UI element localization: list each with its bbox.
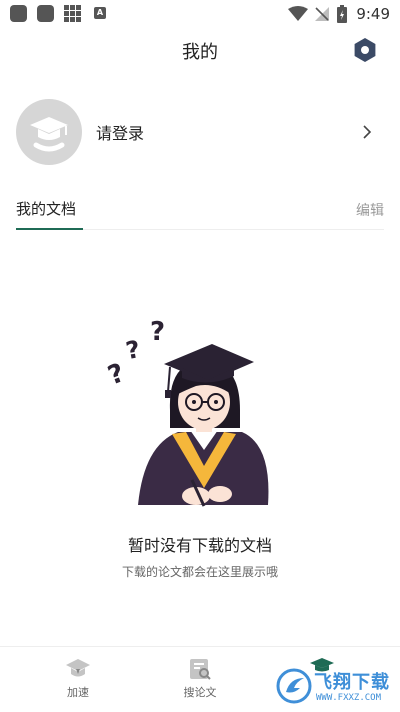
battery-icon	[337, 5, 348, 23]
page-title: 我的	[182, 42, 218, 63]
svg-text:?: ?	[124, 335, 143, 365]
watermark-url: WWW.FXXZ.COM	[316, 693, 382, 703]
tab-my-docs[interactable]: 我的文档	[16, 198, 76, 230]
tab-underline	[16, 228, 83, 230]
empty-state-subtitle: 下载的论文都会在这里展示哦	[121, 565, 278, 579]
wifi-icon	[288, 6, 309, 21]
hexagon-settings-icon	[354, 38, 376, 62]
nav-accelerate[interactable]: 加速	[38, 657, 118, 707]
avatar[interactable]	[16, 99, 82, 165]
watermark: 飞翔下载 WWW.FXXZ.COM	[276, 666, 394, 708]
no-signal-icon	[315, 7, 330, 21]
a-icon: A	[94, 7, 106, 19]
doc-tabs: 我的文档 编辑	[16, 192, 384, 230]
tab-my-docs-label: 我的文档	[16, 200, 77, 218]
status-time: 9:49	[356, 5, 390, 23]
watermark-text: 飞翔下载	[314, 672, 390, 693]
nav-search-paper[interactable]: 搜论文	[160, 657, 240, 707]
settings-button[interactable]	[352, 37, 378, 63]
search-paper-icon	[190, 659, 211, 680]
app-icon	[37, 5, 54, 22]
login-row[interactable]: 请登录	[0, 96, 400, 168]
nav-search-paper-label: 搜论文	[183, 686, 217, 699]
empty-state-illustration: ? ? ?	[104, 317, 269, 507]
svg-text:?: ?	[150, 317, 165, 347]
header: 我的	[0, 28, 400, 72]
nav-accelerate-label: 加速	[67, 686, 89, 699]
edit-button[interactable]: 编辑	[356, 200, 384, 220]
chevron-right-icon	[363, 125, 372, 139]
graduate-avatar-icon	[30, 117, 68, 152]
empty-state-title: 暂时没有下载的文档	[127, 536, 272, 555]
grid-icon	[64, 5, 81, 22]
app-icon	[10, 5, 27, 22]
status-bar: A 9:49	[0, 0, 400, 28]
svg-text:?: ?	[104, 358, 128, 391]
watermark-logo-icon	[276, 668, 312, 704]
login-label: 请登录	[96, 124, 145, 143]
accelerate-icon	[66, 659, 90, 677]
